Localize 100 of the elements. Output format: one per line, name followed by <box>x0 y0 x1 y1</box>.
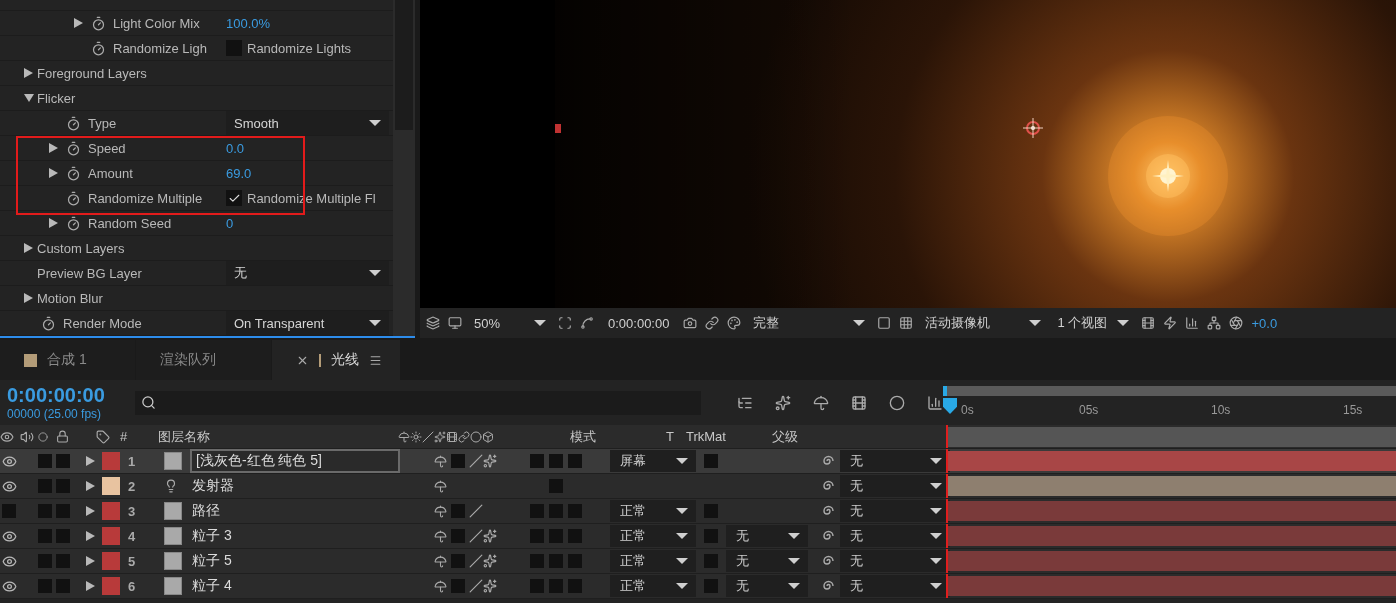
film-icon[interactable] <box>446 430 458 443</box>
eye-icon[interactable] <box>0 429 14 444</box>
current-time[interactable]: 0:00:00:00 <box>7 384 119 407</box>
fx-icon[interactable] <box>483 529 497 543</box>
audio-toggle[interactable] <box>38 579 52 593</box>
switch-box[interactable] <box>530 454 544 468</box>
camera-icon[interactable] <box>683 316 698 330</box>
audio-toggle[interactable] <box>38 529 52 543</box>
expand-arrow-icon[interactable] <box>24 94 34 102</box>
film-icon[interactable] <box>851 394 867 411</box>
shy-icon[interactable] <box>434 504 447 518</box>
stopwatch-icon[interactable] <box>41 315 56 331</box>
mode-dropdown[interactable]: 正常 <box>610 550 696 572</box>
graph-editor-icon[interactable] <box>927 394 943 411</box>
parent-dropdown[interactable]: 无 <box>840 575 950 597</box>
layers-icon[interactable] <box>426 316 440 330</box>
label-color[interactable] <box>102 502 120 520</box>
layer-name[interactable]: 粒子 5 <box>190 552 232 570</box>
quality-icon[interactable] <box>469 454 483 468</box>
pickwhip-icon[interactable] <box>820 454 834 468</box>
stopwatch-icon[interactable] <box>91 15 106 31</box>
collapse-arrow-icon[interactable] <box>24 243 33 253</box>
collapse-arrow-icon[interactable] <box>24 68 33 78</box>
layer-name[interactable]: 路径 <box>190 502 220 520</box>
switch-box[interactable] <box>549 479 563 493</box>
audio-toggle[interactable] <box>38 504 52 518</box>
quality-icon[interactable] <box>469 504 483 518</box>
bar-chart-icon[interactable] <box>1185 316 1200 330</box>
layer-name[interactable]: 粒子 3 <box>190 527 232 545</box>
lock-toggle[interactable] <box>56 454 70 468</box>
mode-dropdown[interactable]: 屏幕 <box>610 450 696 472</box>
switch-box[interactable] <box>451 579 465 593</box>
camera-dropdown[interactable]: 活动摄像机 <box>921 312 1046 334</box>
search-field[interactable] <box>135 390 701 415</box>
menu-icon[interactable] <box>369 353 382 367</box>
lock-toggle[interactable] <box>56 554 70 568</box>
views-dropdown[interactable]: 1 个视图 <box>1053 312 1134 334</box>
fx-icon[interactable] <box>483 579 497 593</box>
trkmat-dropdown[interactable]: 无 <box>726 575 808 597</box>
fx-icon[interactable] <box>483 554 497 568</box>
collapse-arrow-icon[interactable] <box>74 18 83 28</box>
layer-row[interactable]: 1 [浅灰色-红色 纯色 5] 屏幕 无 <box>0 449 1396 474</box>
pickwhip-icon[interactable] <box>820 529 834 543</box>
fast-preview-icon[interactable] <box>1163 316 1178 330</box>
dropdown[interactable]: Smooth <box>226 111 389 135</box>
safe-area-icon[interactable] <box>877 316 892 330</box>
viewer-timecode[interactable]: 0:00:00:00 <box>602 315 676 331</box>
exposure-value[interactable]: +0.0 <box>1251 315 1278 331</box>
switch-box[interactable] <box>451 554 465 568</box>
cube-icon[interactable] <box>482 430 494 443</box>
mask-path-icon[interactable] <box>580 316 594 330</box>
solo-icon[interactable] <box>38 431 48 442</box>
shy-icon[interactable] <box>434 454 447 468</box>
switch-box[interactable] <box>530 504 544 518</box>
lightbulb-icon[interactable] <box>164 479 178 493</box>
layer-row[interactable]: 6 粒子 4 正常 无 无 <box>0 574 1396 599</box>
audio-toggle[interactable] <box>38 454 52 468</box>
slash-icon[interactable] <box>422 430 434 443</box>
transparency-grid-icon[interactable] <box>899 316 914 330</box>
speaker-icon[interactable] <box>20 429 34 444</box>
flowchart-icon[interactable] <box>1207 316 1222 330</box>
switch-box[interactable] <box>549 529 563 543</box>
label-color[interactable] <box>102 527 120 545</box>
track-matte-toggle[interactable] <box>704 454 718 468</box>
monitor-icon[interactable] <box>448 316 462 330</box>
layer-row[interactable]: 4 粒子 3 正常 无 无 <box>0 524 1396 549</box>
color-channels-icon[interactable] <box>727 316 742 330</box>
time-ruler[interactable]: 0s 05s 10s 15s <box>943 380 1396 425</box>
resolution-dropdown[interactable]: 完整 <box>749 312 870 334</box>
switch-box[interactable] <box>568 454 582 468</box>
property-value[interactable]: 0 <box>226 215 234 231</box>
track-matte-toggle[interactable] <box>704 504 718 518</box>
parent-dropdown[interactable]: 无 <box>840 525 950 547</box>
switch-box[interactable] <box>549 504 563 518</box>
lock-toggle[interactable] <box>56 529 70 543</box>
pixel-aspect-icon[interactable] <box>1141 316 1156 330</box>
panel-tab[interactable]: 光线 <box>272 340 400 380</box>
mode-dropdown[interactable]: 正常 <box>610 575 696 597</box>
stopwatch-icon[interactable] <box>66 190 81 206</box>
collapse-arrow-icon[interactable] <box>49 168 58 178</box>
property-value[interactable]: 0.0 <box>226 140 245 156</box>
switch-box[interactable] <box>530 579 544 593</box>
layer-row[interactable]: 3 路径 正常 无 <box>0 499 1396 524</box>
stopwatch-icon[interactable] <box>66 215 81 231</box>
lock-toggle[interactable] <box>56 504 70 518</box>
parent-dropdown[interactable]: 无 <box>840 500 950 522</box>
motion-blur-icon[interactable] <box>889 394 905 411</box>
shy-icon[interactable] <box>434 479 447 493</box>
scrollbar[interactable] <box>393 0 415 336</box>
shy-icon[interactable] <box>434 579 447 593</box>
label-color[interactable] <box>102 477 120 495</box>
parent-dropdown[interactable]: 无 <box>840 450 950 472</box>
track-matte-toggle[interactable] <box>704 554 718 568</box>
track-matte-toggle[interactable] <box>704 529 718 543</box>
property-value[interactable]: 100.0% <box>226 15 271 31</box>
trkmat-dropdown[interactable]: 无 <box>726 525 808 547</box>
shy-icon[interactable] <box>434 529 447 543</box>
playhead-icon[interactable] <box>943 398 957 414</box>
link-icon[interactable] <box>705 316 720 330</box>
checkbox[interactable] <box>226 190 242 206</box>
